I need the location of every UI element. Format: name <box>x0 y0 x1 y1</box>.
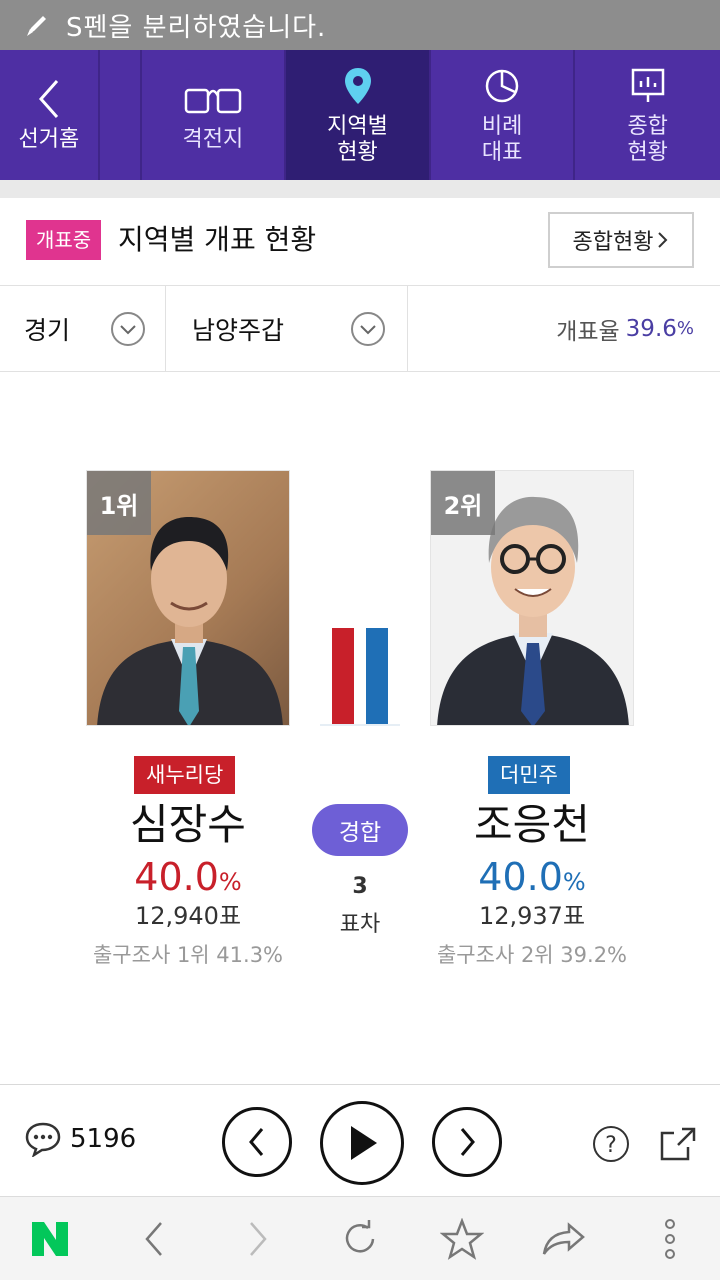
selector-row: 경기 남양주갑 개표율 39.6 % <box>0 286 720 372</box>
pie-chart-icon <box>485 69 519 103</box>
count-rate: 개표율 39.6 % <box>408 286 720 371</box>
page-title: 지역별 개표 현황 <box>118 223 317 256</box>
counting-badge: 개표중 <box>26 220 102 260</box>
previous-button[interactable] <box>222 1107 292 1177</box>
district-dropdown[interactable]: 남양주갑 <box>166 286 408 372</box>
candidate-1-party: 새누리당 <box>134 756 236 794</box>
tab-regional-status[interactable]: 지역별 현황 <box>286 50 431 180</box>
candidate-2-exit-poll: 출구조사 2위 39.2% <box>436 943 628 967</box>
tab-overall-label-1: 종합 <box>627 114 668 139</box>
vote-gap-label: 표차 <box>339 912 381 937</box>
chevron-right-icon <box>460 1128 475 1156</box>
naver-logo-icon <box>32 1222 68 1256</box>
candidate-1-percent-unit: % <box>218 868 242 896</box>
overall-status-button[interactable]: 종합현황 <box>548 212 694 268</box>
candidate-1-votes: 12,940표 <box>134 902 242 930</box>
candidate-1-percent: 40.0% <box>58 854 318 905</box>
candidate-2-name: 조응천 <box>474 800 590 849</box>
race-status-badge: 경합 <box>312 804 408 856</box>
candidate-2-percent-unit: % <box>562 868 586 896</box>
candidate-1-rank: 1위 <box>87 471 151 535</box>
region-value: 경기 <box>24 316 71 345</box>
share-arrow-icon <box>542 1222 585 1255</box>
svg-text:?: ? <box>605 1133 617 1158</box>
region-dropdown[interactable]: 경기 <box>0 286 166 372</box>
next-button[interactable] <box>432 1107 502 1177</box>
pen-icon <box>27 16 46 36</box>
more-menu-button[interactable] <box>646 1215 694 1263</box>
battleground-icon <box>184 88 242 114</box>
location-pin-icon <box>344 68 371 104</box>
divider-bar <box>0 180 720 198</box>
candidate-1-exit-poll: 출구조사 1위 41.3% <box>92 943 284 967</box>
refresh-icon <box>345 1220 375 1253</box>
playback-controls: 5196 ? <box>0 1084 720 1196</box>
candidate-1-photo[interactable]: 1위 <box>86 470 290 726</box>
help-icon[interactable]: ? <box>592 1125 630 1163</box>
top-nav: 선거홈 격전지 지역별 현황 비례 대표 종합 현황 <box>0 50 720 180</box>
tab-proportional[interactable]: 비례 대표 <box>431 50 576 180</box>
more-vertical-icon <box>665 1219 675 1259</box>
vote-bar-candidate-2 <box>366 628 388 724</box>
back-arrow-icon <box>145 1222 162 1256</box>
browser-forward-button[interactable] <box>234 1215 282 1263</box>
board-chart-icon <box>631 68 664 102</box>
comment-count: 5196 <box>70 1124 137 1154</box>
play-icon <box>351 1126 377 1160</box>
tab-proportional-label-2: 대표 <box>481 140 523 165</box>
tab-battleground[interactable]: 격전지 <box>142 50 287 180</box>
naver-home-button[interactable] <box>26 1215 74 1263</box>
status-bar: S펜을 분리하였습니다. <box>0 0 720 50</box>
back-chevron-icon <box>38 80 58 118</box>
count-rate-unit: % <box>676 318 694 339</box>
forward-arrow-icon <box>250 1222 267 1256</box>
vote-bar-candidate-1 <box>332 628 354 724</box>
speech-bubble-icon <box>25 1122 61 1157</box>
nav-spacer <box>100 50 142 180</box>
comments-button[interactable]: 5196 <box>24 1121 136 1157</box>
browser-back-button[interactable] <box>130 1215 178 1263</box>
candidate-2-rank: 2위 <box>431 471 495 535</box>
election-home-button[interactable]: 선거홈 <box>0 50 100 180</box>
candidate-1-percent-value: 40.0 <box>134 855 219 899</box>
chevron-right-icon <box>658 232 668 248</box>
chevron-down-icon <box>351 312 385 346</box>
browser-share-button[interactable] <box>540 1215 588 1263</box>
election-results-page: S펜을 분리하였습니다. 선거홈 격전지 지역별 현황 비례 대표 종합 현황 … <box>0 0 720 1280</box>
candidate-2-votes: 12,937표 <box>478 902 586 930</box>
star-icon <box>440 1218 484 1260</box>
refresh-button[interactable] <box>336 1215 384 1263</box>
election-home-label: 선거홈 <box>18 127 80 152</box>
bookmark-button[interactable] <box>438 1215 486 1263</box>
play-button[interactable] <box>320 1101 404 1185</box>
section-header: 개표중 지역별 개표 현황 종합현황 <box>0 198 720 286</box>
tab-regional-label-1: 지역별 <box>327 114 388 139</box>
tab-battleground-label: 격전지 <box>182 127 244 152</box>
tab-proportional-label-1: 비례 <box>481 114 523 139</box>
candidate-2-percent-value: 40.0 <box>478 855 563 899</box>
vote-share-bars <box>320 628 400 726</box>
overall-status-label: 종합현황 <box>572 230 654 255</box>
tab-overall-label-2: 현황 <box>627 140 668 165</box>
count-rate-value: 39.6 <box>625 315 677 342</box>
candidate-2-photo[interactable]: 2위 <box>430 470 634 726</box>
tab-overall[interactable]: 종합 현황 <box>575 50 720 180</box>
candidate-1-name: 심장수 <box>130 800 246 849</box>
tab-regional-label-2: 현황 <box>337 140 378 165</box>
vote-gap-value: 3 <box>352 874 368 899</box>
chevron-down-icon <box>111 312 145 346</box>
candidate-2-percent: 40.0% <box>402 854 662 905</box>
chevron-left-icon <box>249 1128 264 1156</box>
status-message: S펜을 분리하였습니다. <box>66 12 327 43</box>
candidate-2-party: 더민주 <box>488 756 570 794</box>
district-value: 남양주갑 <box>192 316 285 345</box>
browser-toolbar <box>0 1196 720 1280</box>
count-rate-label: 개표율 <box>556 318 620 345</box>
share-icon[interactable] <box>658 1123 698 1163</box>
